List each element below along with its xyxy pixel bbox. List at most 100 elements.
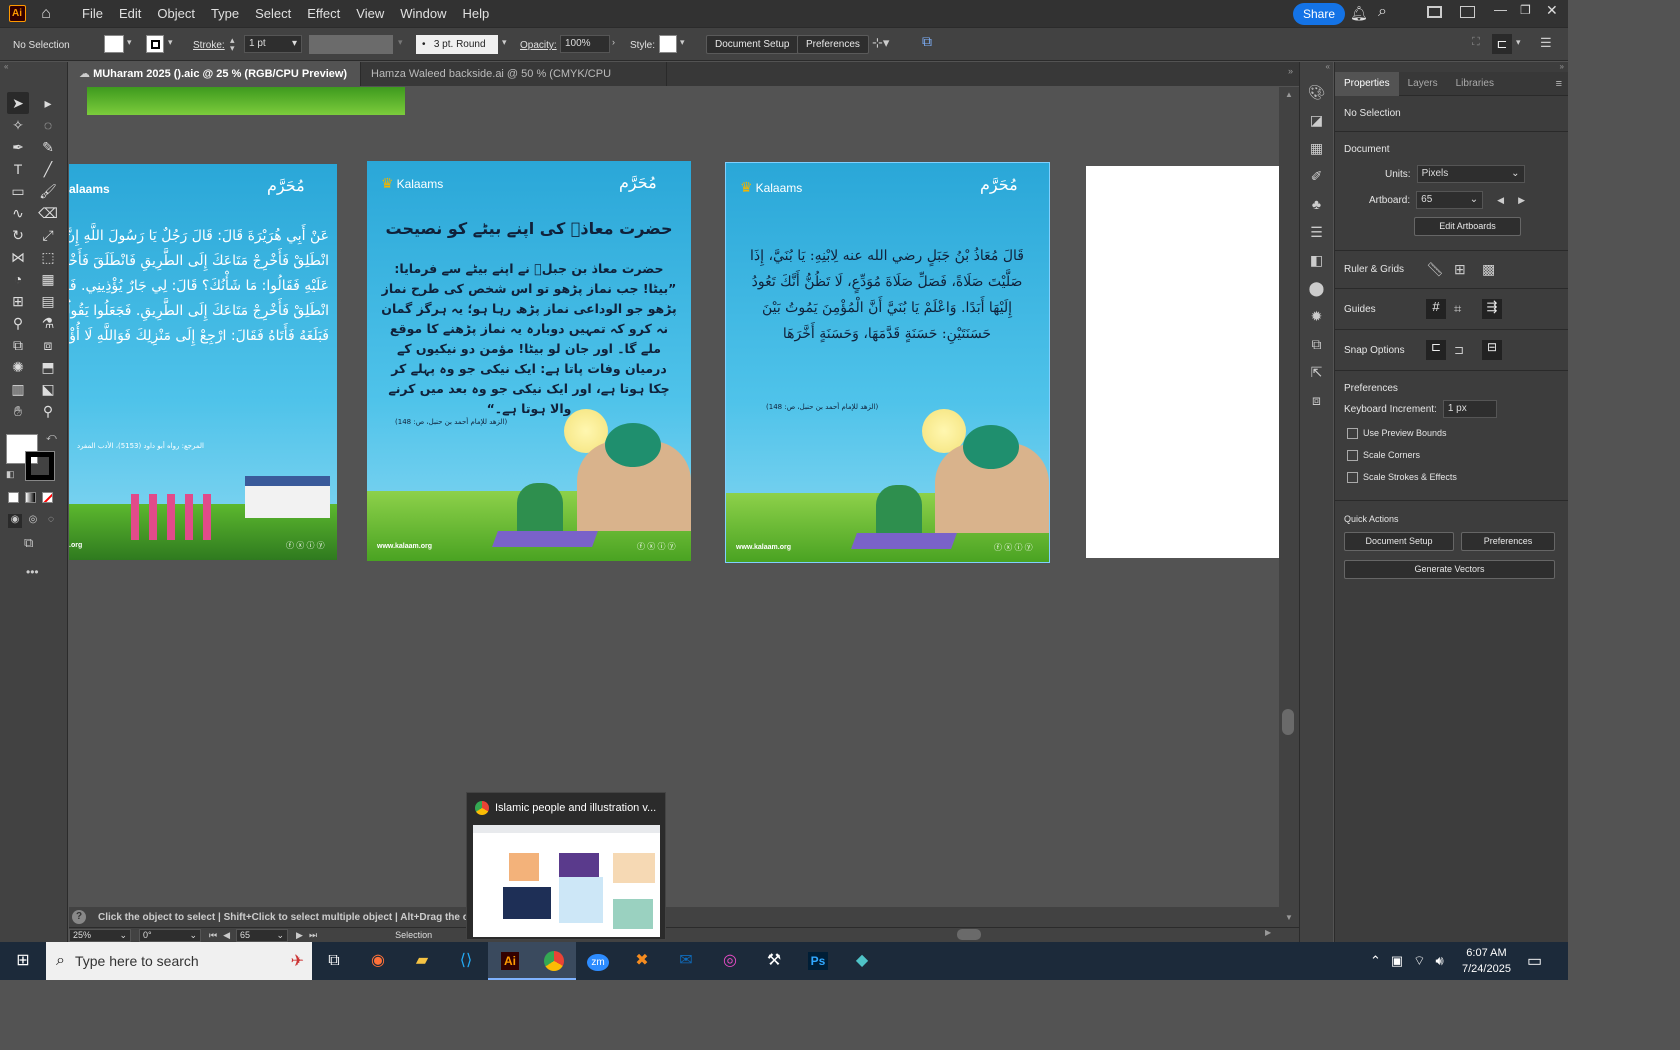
lasso-tool-icon[interactable]: ◌ xyxy=(37,114,59,136)
menu-edit[interactable]: Edit xyxy=(111,0,149,27)
artboards-icon[interactable]: ⧈ xyxy=(1307,390,1327,410)
color-guide-icon[interactable]: 🎨︎ xyxy=(1307,82,1327,102)
scroll-right-icon[interactable]: ▶ xyxy=(1265,928,1271,937)
units-select[interactable]: Pixels ⌄ xyxy=(1416,165,1525,183)
photoshop-taskbar-icon[interactable]: Ps xyxy=(796,942,840,980)
tool-app-icon[interactable]: ⚒ xyxy=(752,942,796,980)
brush-definition[interactable]: • 3 pt. Round xyxy=(416,35,498,54)
curvature-tool-icon[interactable]: ✎ xyxy=(37,136,59,158)
menu-effect[interactable]: Effect xyxy=(299,0,348,27)
shaper-tool-icon[interactable]: ∿ xyxy=(7,202,29,224)
scrollbar-thumb[interactable] xyxy=(1282,709,1294,735)
artboard-1[interactable]: alaams مُحَرَّم عَنْ أَبِي هُرَيْرَةَ قَ… xyxy=(69,164,337,560)
appearance-icon[interactable]: ⬤ xyxy=(1307,278,1327,298)
chevron-right-icon[interactable]: › xyxy=(612,37,615,47)
collapse-icon[interactable]: » xyxy=(1335,62,1568,72)
show-guides-icon[interactable]: # xyxy=(1426,299,1446,319)
chrome-taskbar-icon[interactable] xyxy=(532,942,576,980)
scale-corners-checkbox[interactable]: Scale Corners xyxy=(1335,439,1568,462)
draw-behind-icon[interactable]: ◎ xyxy=(26,514,40,528)
chevron-down-icon[interactable]: ▾ xyxy=(680,37,685,48)
graphic-styles-icon[interactable]: ✹ xyxy=(1307,306,1327,326)
creative-cloud-icon[interactable]: ◎ xyxy=(708,942,752,980)
grid-icon[interactable]: ⊞ xyxy=(1454,261,1482,278)
menu-view[interactable]: View xyxy=(348,0,392,27)
rectangle-tool-icon[interactable]: ▭ xyxy=(7,180,29,202)
magic-wand-tool-icon[interactable]: ✧ xyxy=(7,114,29,136)
bell-icon[interactable]: 🔔︎ xyxy=(1350,5,1368,22)
next-artboard-icon[interactable]: ▶ xyxy=(1518,195,1525,206)
variable-width-profile[interactable] xyxy=(309,35,393,54)
opacity-label[interactable]: Opacity: xyxy=(520,40,557,51)
tab-properties[interactable]: Properties xyxy=(1335,71,1399,96)
type-tool-icon[interactable]: T xyxy=(7,158,29,180)
preferences-button[interactable]: Preferences xyxy=(1461,532,1555,552)
snap-to-point-icon[interactable]: ⊏ xyxy=(1426,340,1446,360)
scale-tool-icon[interactable]: ⤢ xyxy=(37,224,59,246)
next-artboard-icon[interactable]: ▶ xyxy=(296,930,303,941)
swap-colors-icon[interactable]: ⤺ xyxy=(46,432,57,443)
share-for-review-icon[interactable]: ⧉ xyxy=(922,33,932,50)
menu-select[interactable]: Select xyxy=(247,0,299,27)
artboard-select[interactable]: 65 ⌄ xyxy=(1416,191,1484,209)
draw-inside-icon[interactable]: ◌ xyxy=(44,514,58,528)
rotate-tool-icon[interactable]: ↻ xyxy=(7,224,29,246)
network-icon[interactable]: ▣ xyxy=(1391,953,1403,969)
none-mode-icon[interactable] xyxy=(42,492,53,503)
brushes-icon[interactable]: ✐ xyxy=(1307,166,1327,186)
canvas[interactable]: alaams مُحَرَّم عَنْ أَبِي هُرَيْرَةَ قَ… xyxy=(69,87,1279,907)
column-graph-tool-icon[interactable]: ▥ xyxy=(7,378,29,400)
artboard-navigation-select[interactable]: 65 ⌄ xyxy=(236,928,289,942)
generate-vectors-button[interactable]: Generate Vectors xyxy=(1344,560,1555,580)
menu-file[interactable]: File xyxy=(74,0,111,27)
transform-icon[interactable]: ⊹▾ xyxy=(872,35,889,51)
snap-to-pixel-icon[interactable]: ⊟ xyxy=(1482,340,1502,360)
stroke-stepper-icon[interactable]: ▴ ▾ xyxy=(230,36,235,53)
shape-builder-tool-icon[interactable]: ◔ xyxy=(7,268,29,290)
menu-window[interactable]: Window xyxy=(392,0,454,27)
tab-libraries[interactable]: Libraries xyxy=(1447,72,1503,96)
vertical-scrollbar[interactable]: ▲ ▼ xyxy=(1279,87,1299,927)
taskbar-search-box[interactable]: ⌕ Type here to search ✈ xyxy=(46,942,312,980)
scroll-down-icon[interactable]: ▼ xyxy=(1285,913,1293,922)
gradient-tool-icon[interactable]: ▤ xyxy=(37,290,59,312)
keyboard-increment-input[interactable]: 1 px xyxy=(1442,400,1497,418)
snap-to-glyph-icon[interactable]: ⊏ xyxy=(1492,34,1512,54)
export-icon[interactable]: ⇱ xyxy=(1307,362,1327,382)
file-explorer-icon[interactable]: ▰ xyxy=(400,942,444,980)
artboard-3[interactable]: ♛ Kalaams مُحَرَّم قَالَ مُعَاذُ بْنُ جَ… xyxy=(725,162,1050,563)
eyedropper-alt-icon[interactable]: ⚗ xyxy=(37,312,59,334)
eyedropper-tool-icon[interactable]: ⚲ xyxy=(7,312,29,334)
stroke-weight-input[interactable]: 1 pt ▾ xyxy=(244,35,302,53)
layers-icon[interactable]: ⧉ xyxy=(1307,334,1327,354)
scroll-up-icon[interactable]: ▲ xyxy=(1285,90,1293,99)
outlook-icon[interactable]: ✉ xyxy=(664,942,708,980)
symbol-sprayer-tool-icon[interactable]: ✺ xyxy=(7,356,29,378)
help-icon[interactable]: ? xyxy=(72,910,86,924)
stroke-color-box[interactable] xyxy=(25,451,55,481)
collapse-icon[interactable]: « xyxy=(1300,62,1333,74)
wifi-icon[interactable]: ⌔ xyxy=(1413,953,1425,969)
line-tool-icon[interactable]: ╱ xyxy=(37,158,59,180)
search-icon[interactable]: ⌕ xyxy=(1378,3,1387,21)
edit-toolbar-icon[interactable]: ••• xyxy=(26,565,39,579)
tab-layers[interactable]: Layers xyxy=(1399,72,1447,96)
edit-artboards-button[interactable]: Edit Artboards xyxy=(1414,217,1521,236)
share-button[interactable]: Share xyxy=(1293,3,1346,25)
paintbrush-tool-icon[interactable]: 🖌︎ xyxy=(37,180,59,202)
collapse-icon[interactable]: « xyxy=(0,62,67,74)
menu-object[interactable]: Object xyxy=(149,0,203,27)
free-transform-tool-icon[interactable]: ⬚ xyxy=(37,246,59,268)
menu-help[interactable]: Help xyxy=(454,0,497,27)
draw-normal-icon[interactable]: ◉ xyxy=(8,514,22,528)
screen-mode-icon[interactable]: ⧉ xyxy=(24,535,33,551)
smart-guides-icon[interactable]: ⇶ xyxy=(1482,299,1502,319)
default-colors-icon[interactable]: ◧ xyxy=(6,469,15,480)
artboard-2[interactable]: ♛ Kalaams مُحَرَّم حضرت معاذؓ کی اپنے بی… xyxy=(367,161,691,561)
chevron-down-icon[interactable]: ▾ xyxy=(127,37,132,48)
slice-tool-icon[interactable]: ⬕ xyxy=(37,378,59,400)
mesh-tool-icon[interactable]: ⊞ xyxy=(7,290,29,312)
color-mode-icon[interactable] xyxy=(8,492,19,503)
document-setup-button[interactable]: Document Setup xyxy=(1344,532,1454,552)
restore-icon[interactable]: ❐ xyxy=(1520,3,1531,17)
